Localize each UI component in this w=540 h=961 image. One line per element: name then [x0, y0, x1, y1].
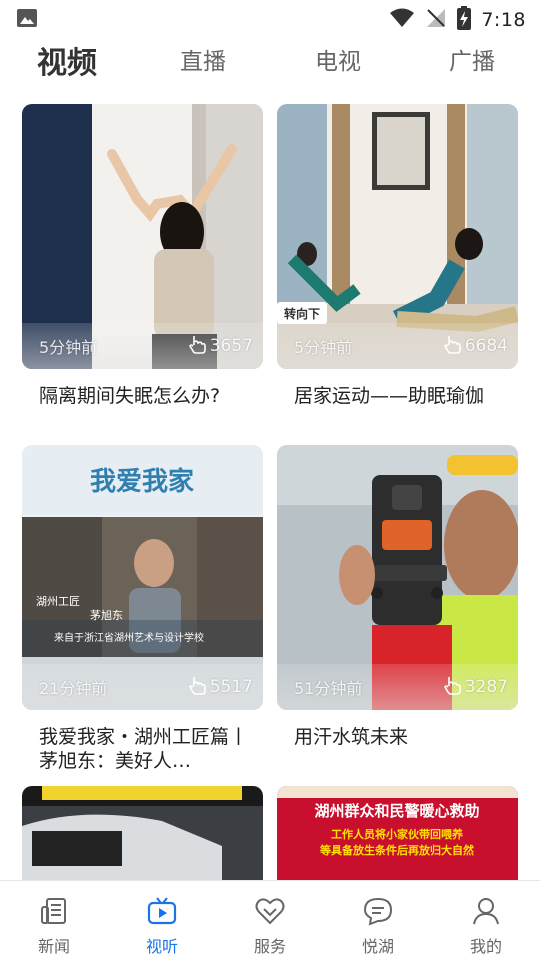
wifi-icon: [389, 8, 415, 32]
hand-pointer-icon: [188, 675, 206, 700]
bottom-navigation: 新闻 视听 服务 悦湖 我的: [0, 880, 540, 961]
svg-text:来自于浙江省湖州艺术与设计学校: 来自于浙江省湖州艺术与设计学校: [54, 631, 204, 644]
svg-text:等具备放生条件后再放归大自然: 等具备放生条件后再放归大自然: [319, 843, 474, 857]
nav-label: 我的: [469, 937, 502, 956]
nav-label: 悦湖: [361, 937, 394, 956]
svg-text:湖州群众和民警暖心救助: 湖州群众和民警暖心救助: [314, 802, 479, 820]
status-time: 7:18: [481, 9, 526, 31]
video-title[interactable]: 用汗水筑未来: [294, 725, 504, 749]
svg-text:我爱我家: 我爱我家: [90, 466, 194, 497]
video-thumbnail[interactable]: 转向下 5分钟前 6684: [277, 104, 518, 369]
nav-label: 新闻: [37, 937, 70, 956]
video-thumbnail[interactable]: 湖州群众和民警暖心救助 工作人员将小家伙带回喂养 等具备放生条件后再放归大自然: [277, 786, 518, 880]
battery-charging-icon: [457, 6, 472, 34]
video-title[interactable]: 居家运动——助眠瑜伽: [294, 384, 504, 408]
thumbnail-overlay: 21分钟前 5517: [22, 664, 263, 710]
nav-label: 服务: [253, 937, 286, 956]
nav-audio-video[interactable]: 视听: [108, 881, 216, 961]
svg-text:工作人员将小家伙带回喂养: 工作人员将小家伙带回喂养: [331, 827, 464, 841]
view-count: 6684: [443, 334, 508, 359]
svg-text:茅旭东: 茅旭东: [90, 608, 123, 622]
video-title[interactable]: 隔离期间失眠怎么办?: [39, 384, 249, 408]
tv-icon: [146, 895, 178, 927]
tab-radio[interactable]: 广播: [449, 42, 495, 76]
svg-text:转向下: 转向下: [284, 306, 320, 321]
video-card[interactable]: [22, 786, 263, 880]
publish-time: 51分钟前: [294, 679, 363, 698]
chat-icon: [362, 895, 394, 927]
video-thumbnail[interactable]: [22, 786, 263, 880]
hand-pointer-icon: [188, 334, 206, 359]
nav-news[interactable]: 新闻: [0, 881, 108, 961]
tab-tv[interactable]: 电视: [315, 42, 361, 76]
video-thumbnail[interactable]: 5分钟前 3657: [22, 104, 263, 369]
nav-services[interactable]: 服务: [216, 881, 324, 961]
publish-time: 5分钟前: [39, 338, 98, 357]
tab-live[interactable]: 直播: [180, 42, 226, 76]
nav-profile[interactable]: 我的: [432, 881, 540, 961]
thumbnail-overlay: 51分钟前 3287: [277, 664, 518, 710]
no-signal-icon: [425, 7, 447, 33]
gallery-notification-icon: [16, 8, 38, 32]
nav-label: 视听: [145, 937, 178, 956]
hand-pointer-icon: [443, 334, 461, 359]
news-icon: [38, 895, 70, 927]
video-thumbnail[interactable]: 我爱我家 湖州工匠 茅旭东 来自于浙江省湖州艺术与设计学校 21分钟前 5517: [22, 445, 263, 710]
thumbnail-overlay: 5分钟前 6684: [277, 323, 518, 369]
hand-pointer-icon: [443, 675, 461, 700]
profile-icon: [470, 895, 502, 927]
nav-yuehu[interactable]: 悦湖: [324, 881, 432, 961]
video-card[interactable]: 湖州群众和民警暖心救助 工作人员将小家伙带回喂养 等具备放生条件后再放归大自然: [277, 786, 518, 880]
publish-time: 21分钟前: [39, 679, 108, 698]
status-bar: 7:18: [0, 0, 540, 36]
video-title[interactable]: 我爱我家・湖州工匠篇丨茅旭东：美好人…: [39, 725, 249, 773]
thumbnail-overlay: 5分钟前 3657: [22, 323, 263, 369]
view-count: 3657: [188, 334, 253, 359]
top-tabs: 视频 直播 电视 广播: [0, 36, 540, 88]
video-thumbnail[interactable]: 51分钟前 3287: [277, 445, 518, 710]
tab-video[interactable]: 视频: [37, 38, 97, 82]
view-count: 3287: [443, 675, 508, 700]
heart-icon: [254, 895, 286, 927]
publish-time: 5分钟前: [294, 338, 353, 357]
view-count: 5517: [188, 675, 253, 700]
svg-text:湖州工匠: 湖州工匠: [36, 595, 80, 608]
